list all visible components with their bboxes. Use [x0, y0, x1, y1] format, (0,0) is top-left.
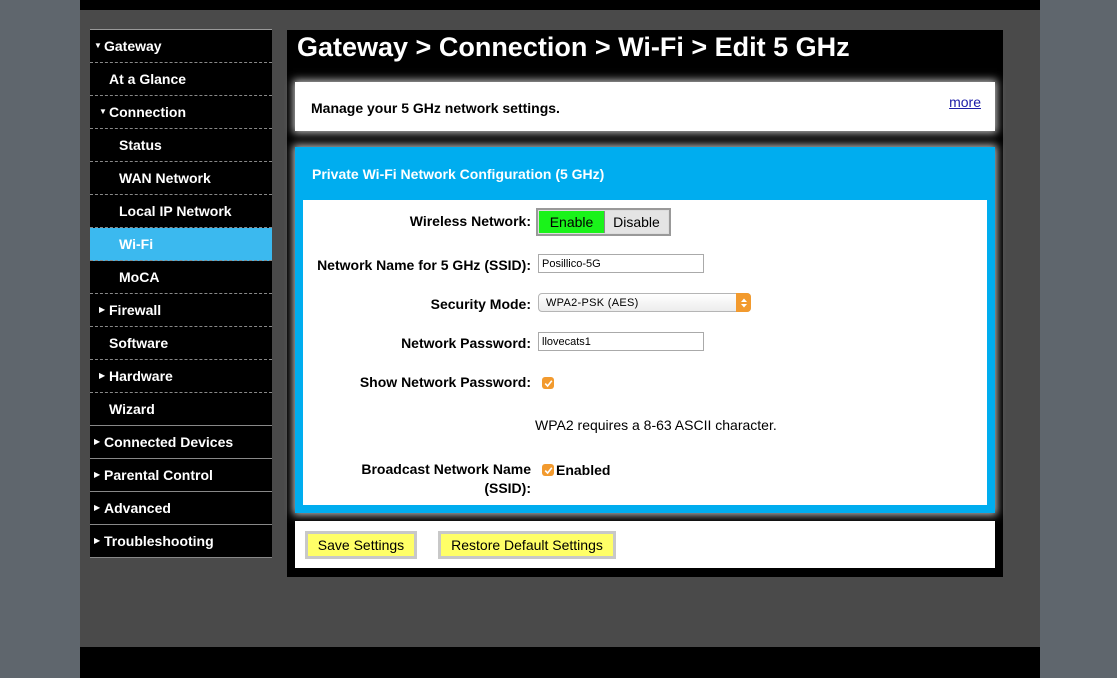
config-form: Wireless Network: Enable Disable Network… — [303, 200, 987, 505]
ssid-input[interactable] — [538, 254, 704, 273]
nav-item-advanced[interactable]: ▶ Advanced — [90, 492, 272, 525]
nav-item-label: Advanced — [104, 500, 171, 516]
nav-item-label: Software — [109, 335, 169, 351]
wpa2-requirement-note: WPA2 requires a 8-63 ASCII character. — [535, 417, 777, 433]
nav-item-label: Firewall — [109, 302, 162, 318]
caret-right-icon: ▶ — [94, 437, 101, 446]
nav-item-label: Connected Devices — [104, 434, 234, 450]
nav-item-wizard[interactable]: Wizard — [90, 393, 272, 426]
page-title: Gateway > Connection > Wi-Fi > Edit 5 GH… — [297, 32, 850, 62]
actions-bar: Save Settings Restore Default Settings — [295, 521, 995, 568]
caret-down-icon: ▼ — [94, 41, 102, 50]
nav-item-troubleshooting[interactable]: ▶ Troubleshooting — [90, 525, 272, 558]
config-panel-title: Private Wi-Fi Network Configuration (5 G… — [312, 166, 605, 182]
caret-right-icon: ▶ — [99, 371, 106, 380]
checkmark-icon — [544, 466, 552, 474]
intro-panel: Manage your 5 GHz network settings. more — [295, 82, 995, 131]
nav-item-hardware[interactable]: ▶ Hardware — [90, 360, 272, 393]
ssid-label: Network Name for 5 GHz (SSID): — [317, 257, 531, 273]
nav-item-firewall[interactable]: ▶ Firewall — [90, 294, 272, 327]
nav-item-wan-network[interactable]: WAN Network — [90, 162, 272, 195]
nav-item-moca[interactable]: MoCA — [90, 261, 272, 294]
caret-right-icon: ▶ — [94, 503, 101, 512]
nav-item-connection[interactable]: ▼ Connection — [90, 96, 272, 129]
broadcast-ssid-checkbox[interactable] — [542, 464, 554, 476]
page-frame: ▼ Gateway At a Glance ▼ Connection Statu… — [80, 0, 1040, 678]
broadcast-ssid-label-line1: Broadcast Network Name — [361, 461, 531, 477]
security-mode-value: WPA2-PSK (AES) — [546, 296, 639, 309]
main-content: Gateway > Connection > Wi-Fi > Edit 5 GH… — [287, 30, 1003, 577]
nav-item-label: MoCA — [119, 269, 160, 285]
nav-item-at-a-glance[interactable]: At a Glance — [90, 63, 272, 96]
security-mode-label: Security Mode: — [430, 296, 531, 312]
caret-right-icon: ▶ — [94, 470, 101, 479]
caret-right-icon: ▶ — [99, 305, 106, 314]
nav-item-label: Hardware — [109, 368, 173, 384]
nav-item-label: Wi-Fi — [119, 236, 154, 252]
nav-item-label: Gateway — [104, 38, 162, 54]
nav-item-wi-fi[interactable]: Wi-Fi — [90, 228, 272, 261]
nav-item-software[interactable]: Software — [90, 327, 272, 360]
network-password-label: Network Password: — [401, 335, 531, 351]
nav-item-status[interactable]: Status — [90, 129, 272, 162]
network-password-input[interactable] — [538, 332, 704, 351]
nav-item-gateway[interactable]: ▼ Gateway — [90, 30, 272, 63]
nav-item-label: At a Glance — [109, 71, 187, 87]
nav-item-label: Troubleshooting — [104, 533, 214, 549]
select-arrows-icon — [736, 293, 751, 312]
restore-default-settings-button[interactable]: Restore Default Settings — [438, 531, 616, 559]
wireless-network-label: Wireless Network: — [409, 213, 531, 229]
nav-item-label: WAN Network — [119, 170, 211, 186]
nav-item-connected-devices[interactable]: ▶ Connected Devices — [90, 426, 272, 459]
nav-item-label: Local IP Network — [119, 203, 232, 219]
disable-button[interactable]: Disable — [605, 211, 668, 233]
top-bar — [80, 0, 1040, 10]
caret-right-icon: ▶ — [94, 536, 101, 545]
nav-item-label: Wizard — [109, 401, 155, 417]
save-settings-button[interactable]: Save Settings — [305, 531, 417, 559]
security-mode-select[interactable]: WPA2-PSK (AES) — [538, 293, 751, 312]
sidebar-nav: ▼ Gateway At a Glance ▼ Connection Statu… — [90, 29, 272, 558]
more-link[interactable]: more — [949, 94, 981, 110]
nav-item-parental-control[interactable]: ▶ Parental Control — [90, 459, 272, 492]
broadcast-ssid-label-line2: (SSID): — [484, 480, 531, 496]
show-password-checkbox[interactable] — [542, 377, 554, 389]
nav-item-label: Parental Control — [104, 467, 213, 483]
broadcast-ssid-status: Enabled — [556, 462, 611, 478]
intro-text: Manage your 5 GHz network settings. — [311, 100, 560, 116]
checkmark-icon — [544, 379, 552, 387]
nav-item-local-ip-network[interactable]: Local IP Network — [90, 195, 272, 228]
caret-down-icon: ▼ — [99, 107, 107, 116]
updown-arrows-icon — [740, 298, 747, 307]
nav-item-label: Status — [119, 137, 162, 153]
wifi-config-panel: Private Wi-Fi Network Configuration (5 G… — [295, 147, 995, 513]
wireless-network-toggle: Enable Disable — [536, 208, 671, 236]
bottom-bar — [80, 647, 1040, 678]
nav-item-label: Connection — [109, 104, 186, 120]
show-password-label: Show Network Password: — [359, 374, 531, 390]
enable-button[interactable]: Enable — [539, 211, 605, 233]
